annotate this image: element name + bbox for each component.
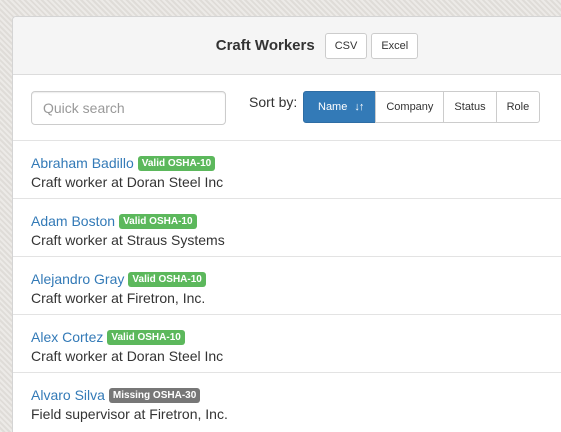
sort-company-button[interactable]: Company — [375, 91, 445, 123]
excel-export-button[interactable]: Excel — [371, 32, 419, 59]
list-item: Alvaro Silva Missing OSHA-30 Field super… — [13, 373, 561, 431]
worker-name-link[interactable]: Abraham Badillo — [31, 155, 134, 171]
worker-description: Craft worker at Firetron, Inc. — [31, 290, 206, 306]
worker-name-link[interactable]: Alvaro Silva — [31, 387, 105, 403]
worker-list: Abraham Badillo Valid OSHA-10 Craft work… — [13, 141, 561, 431]
worker-name-link[interactable]: Adam Boston — [31, 213, 115, 229]
sort-alpha-icon: ↓↑ — [354, 101, 364, 113]
quick-search-input[interactable] — [31, 91, 226, 125]
sort-status-button[interactable]: Status — [443, 91, 497, 123]
status-badge: Valid OSHA-10 — [119, 213, 197, 229]
csv-export-button[interactable]: CSV — [324, 32, 368, 59]
sort-role-button[interactable]: Role — [495, 91, 541, 123]
worker-name-link[interactable]: Alejandro Gray — [31, 271, 124, 287]
list-item: Adam Boston Valid OSHA-10 Craft worker a… — [13, 199, 561, 257]
list-item: Abraham Badillo Valid OSHA-10 Craft work… — [13, 141, 561, 199]
sort-by-label: Sort by: — [249, 94, 298, 110]
worker-name-link[interactable]: Alex Cortez — [31, 329, 103, 345]
worker-description: Craft worker at Straus Systems — [31, 232, 225, 248]
list-item: Alex Cortez Valid OSHA-10 Craft worker a… — [13, 315, 561, 373]
status-badge: Valid OSHA-10 — [128, 271, 206, 287]
sort-button-group: Name ↓↑ Company Status Role — [303, 91, 541, 123]
list-item: Alejandro Gray Valid OSHA-10 Craft worke… — [13, 257, 561, 315]
sort-name-button[interactable]: Name ↓↑ — [303, 91, 377, 123]
worker-description: Craft worker at Doran Steel Inc — [31, 174, 224, 190]
sort-name-label: Name — [318, 101, 348, 113]
worker-description: Field supervisor at Firetron, Inc. — [31, 406, 228, 422]
status-badge: Valid OSHA-10 — [107, 329, 185, 345]
page-title: Craft Workers — [215, 37, 315, 54]
list-toolbar: Sort by: Name ↓↑ Company Status Role — [13, 75, 561, 141]
panel-header: Craft Workers CSV Excel — [13, 17, 561, 75]
worker-description: Craft worker at Doran Steel Inc — [31, 348, 224, 364]
status-badge: Valid OSHA-10 — [137, 155, 216, 171]
craft-workers-panel: Craft Workers CSV Excel Sort by: Name ↓↑… — [12, 16, 561, 432]
status-badge: Missing OSHA-30 — [108, 387, 201, 403]
